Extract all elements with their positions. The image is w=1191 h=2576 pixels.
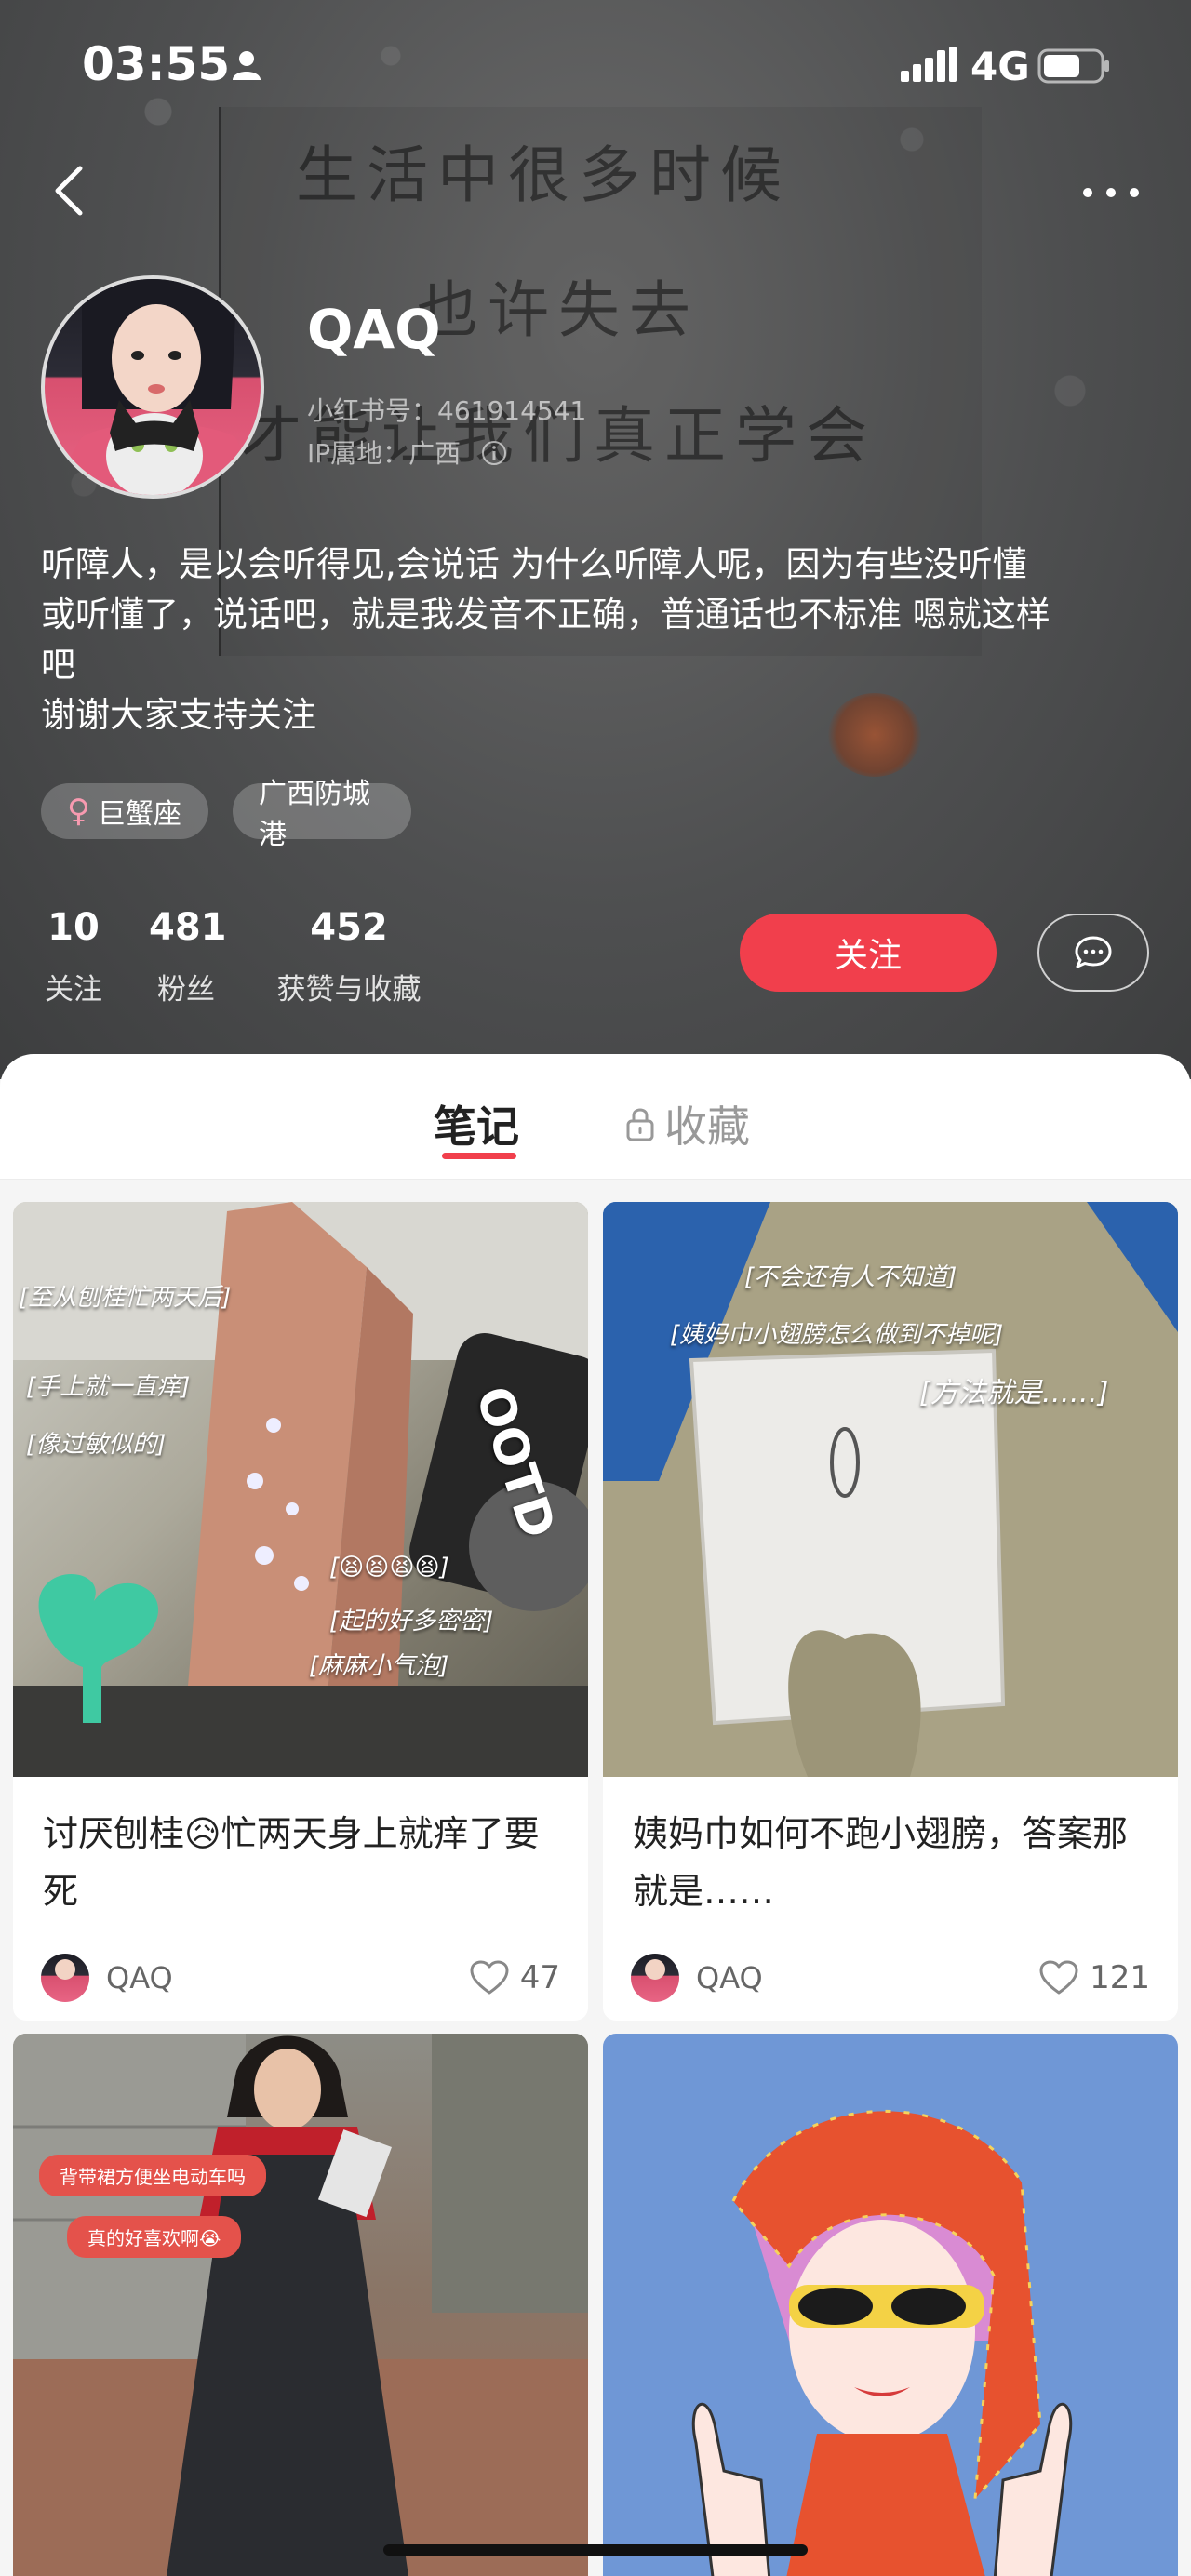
avatar-illustration [48,279,261,495]
stat-followers[interactable]: 481 粉丝 [149,906,227,1008]
stat-value: 452 [310,906,388,949]
stat-label: 粉丝 [157,973,215,1007]
ip-location: IP属地：广西 [307,438,462,469]
note-card[interactable] [603,2034,1178,2576]
overlay-text: [像过敏似的] [26,1431,167,1459]
active-tab-indicator [442,1153,516,1159]
stat-value: 481 [149,906,227,949]
chat-icon [1075,936,1112,968]
note-cover-image[interactable]: [至从刨桂忙两天后] [手上就一直痒] [像过敏似的] [😫😫😫😫] [起的好多… [13,1202,588,1777]
overlay-text: [麻麻小气泡] [309,1652,449,1680]
note-title[interactable]: 讨厌刨桂😥忙两天身上就痒了要死 [43,1805,564,1920]
author-name: QAQ [106,1960,173,1995]
tag-label: 巨蟹座 [97,798,181,831]
stat-value: 10 [47,906,100,949]
note-cover-image[interactable]: 背带裙方便坐电动车吗 真的好喜欢啊😭 [13,2034,588,2576]
heart-icon [1039,1960,1078,1995]
tag-zodiac: ♀ 巨蟹座 [41,783,208,839]
like-button[interactable]: 47 [470,1959,560,1996]
avatar[interactable] [41,275,264,499]
overlay-text: [😫😫😫😫] [329,1554,449,1582]
cover-illustration [691,2109,1073,2576]
note-cover-image[interactable]: [不会还有人不知道] [姨妈巾小翅膀怎么做到不掉呢] [方法就是……] [603,1202,1178,1777]
message-button[interactable] [1037,914,1149,992]
note-author[interactable]: QAQ [631,1954,763,2002]
battery-icon [1037,48,1109,84]
bio-line: 听障人，是以会听得见,会说话 为什么听障人呢，因为有些没听懂 [41,544,1027,584]
bio: 听障人，是以会听得见,会说话 为什么听障人呢，因为有些没听懂 或听懂了，说话吧，… [41,540,1158,741]
stat-label: 获赞与收藏 [276,973,422,1007]
overlay-text: [方法就是……] [919,1377,1109,1409]
note-card[interactable]: [至从刨桂忙两天后] [手上就一直痒] [像过敏似的] [😫😫😫😫] [起的好多… [13,1202,588,2021]
overlay-bubble: 真的好喜欢啊😭 [67,2216,242,2258]
overlay-text: [手上就一直痒] [26,1373,191,1401]
more-options-button[interactable] [1079,179,1143,207]
note-card[interactable]: [不会还有人不知道] [姨妈巾小翅膀怎么做到不掉呢] [方法就是……] 姨妈巾如… [603,1202,1178,2021]
note-author[interactable]: QAQ [41,1954,173,2002]
tab-favorites[interactable]: 收藏 [625,1093,750,1155]
redbook-id[interactable]: 小红书号：461914541 [307,391,586,428]
tag-label: 广西防城港 [259,778,370,851]
note-cover-image[interactable] [603,2034,1178,2576]
avatar [41,1954,89,2002]
overlay-text: [姨妈巾小翅膀怎么做到不掉呢] [670,1321,1004,1349]
network-type: 4G [970,44,1030,89]
tab-notes[interactable]: 笔记 [434,1093,519,1155]
like-count: 121 [1090,1959,1150,1996]
profile-tabs: 笔记 收藏 [0,1054,1191,1180]
info-icon[interactable] [480,439,508,467]
like-count: 47 [519,1959,560,1996]
follow-button[interactable]: 关注 [740,914,997,992]
overlay-text: [起的好多密密] [329,1608,494,1635]
note-card[interactable]: 背带裙方便坐电动车吗 真的好喜欢啊😭 [13,2034,588,2576]
status-time: 03:55 [82,37,231,91]
avatar [631,1954,679,2002]
stat-likes-and-favs[interactable]: 452 获赞与收藏 [266,906,432,1008]
home-indicator[interactable] [383,2544,808,2556]
note-title[interactable]: 姨妈巾如何不跑小翅膀，答案那就是…… [633,1805,1154,1920]
user-name: QAQ [307,298,441,361]
bio-line: 吧 [41,645,75,685]
stat-label: 关注 [45,973,102,1007]
author-name: QAQ [696,1960,763,1995]
tab-label: 收藏 [664,1101,750,1152]
like-button[interactable]: 121 [1039,1959,1150,1996]
profile-header: 生活中很多时候 也许失去 才能让我们真正学会 03:55 4G QAQ 小红书号… [0,0,1191,1079]
poster-line: 生活中很多时候 [296,140,791,211]
bio-line: 或听懂了，说话吧，就是我发音不正确，普通话也不标准 嗯就这样 [41,594,1050,634]
overlay-text: [至从刨桂忙两天后] [19,1284,232,1312]
notes-feed: [至从刨桂忙两天后] [手上就一直痒] [像过敏似的] [😫😫😫😫] [起的好多… [0,1180,1191,2576]
lock-icon [626,1108,654,1141]
stat-following[interactable]: 10 关注 [41,906,106,1008]
overlay-text: [不会还有人不知道] [744,1263,957,1291]
bio-line: 谢谢大家支持关注 [41,695,316,735]
back-button[interactable] [47,163,93,219]
overlay-bubble: 背带裙方便坐电动车吗 [39,2155,266,2196]
cover-illustration [13,2034,588,2576]
tag-location: 广西防城港 [233,778,411,851]
heart-icon [470,1960,509,1995]
poster-line: 也许失去 [417,274,700,346]
person-icon [233,51,261,80]
signal-icon [901,47,957,82]
female-icon: ♀ [67,793,90,830]
